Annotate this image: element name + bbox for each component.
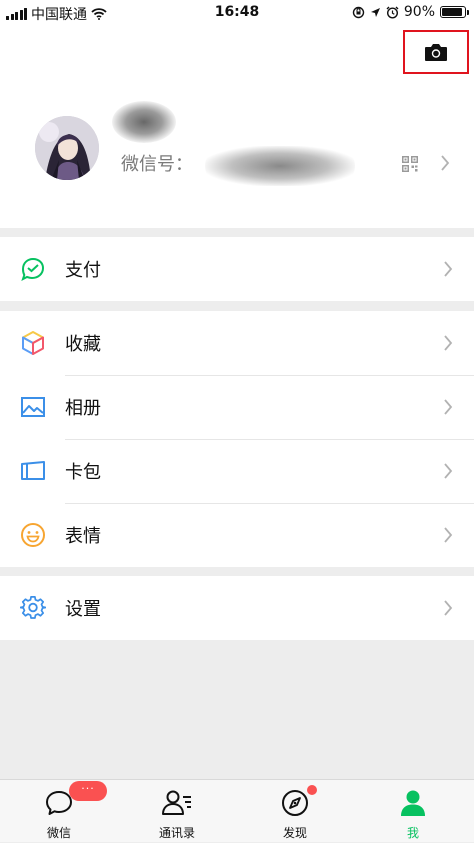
compass-icon bbox=[282, 790, 308, 816]
unread-badge: ··· bbox=[69, 781, 107, 801]
wechat-id-blurred bbox=[205, 146, 355, 186]
qr-code-icon[interactable] bbox=[402, 156, 418, 172]
menu-group-settings: 设置 bbox=[0, 576, 474, 640]
gear-icon bbox=[20, 596, 46, 619]
chevron-right-icon bbox=[444, 527, 453, 543]
nickname-blurred bbox=[112, 101, 176, 143]
alarm-icon bbox=[386, 6, 399, 19]
chevron-right-icon bbox=[441, 155, 450, 171]
battery-fill bbox=[442, 8, 462, 16]
chevron-right-icon bbox=[444, 335, 453, 351]
card-icon bbox=[21, 461, 45, 480]
profile-header[interactable]: 微信号： bbox=[0, 26, 474, 228]
divider bbox=[65, 375, 474, 376]
cube-icon bbox=[22, 331, 44, 355]
tab-label-me: 我 bbox=[406, 826, 419, 840]
tab-label-discover: 发现 bbox=[282, 826, 307, 840]
menu-label-settings: 设置 bbox=[65, 599, 101, 620]
battery-icon bbox=[440, 6, 469, 18]
pay-icon bbox=[21, 257, 45, 281]
menu-label-cards: 卡包 bbox=[65, 462, 101, 483]
chevron-right-icon bbox=[444, 463, 453, 479]
menu-label-stickers: 表情 bbox=[65, 526, 101, 547]
chevron-right-icon bbox=[444, 261, 453, 277]
wechat-id-label: 微信号： bbox=[121, 154, 193, 175]
divider bbox=[65, 503, 474, 504]
tab-label-chats: 微信 bbox=[46, 826, 71, 840]
album-icon bbox=[21, 397, 45, 417]
menu-item-stickers[interactable]: 表情 bbox=[0, 503, 474, 567]
avatar-image bbox=[35, 116, 99, 180]
tab-discover[interactable]: 发现 bbox=[236, 780, 354, 843]
divider bbox=[65, 439, 474, 440]
menu-item-pay[interactable]: 支付 bbox=[0, 237, 474, 301]
status-right: 90% bbox=[352, 4, 469, 20]
avatar[interactable] bbox=[35, 116, 99, 180]
menu-group-main: 收藏 相册 卡包 表情 bbox=[0, 311, 474, 567]
menu-item-favorites[interactable]: 收藏 bbox=[0, 311, 474, 375]
menu-item-cards[interactable]: 卡包 bbox=[0, 439, 474, 503]
camera-button[interactable] bbox=[403, 30, 469, 74]
smile-icon bbox=[21, 523, 45, 547]
battery-percent: 90% bbox=[403, 4, 435, 20]
menu-item-album[interactable]: 相册 bbox=[0, 375, 474, 439]
camera-icon bbox=[425, 44, 447, 61]
contacts-icon bbox=[162, 790, 191, 815]
person-icon bbox=[401, 790, 425, 816]
location-icon bbox=[370, 7, 380, 17]
tab-me[interactable]: 我 bbox=[354, 780, 472, 843]
status-bar: 中国联通 16:48 90% bbox=[0, 0, 474, 26]
chevron-right-icon bbox=[444, 399, 453, 415]
tab-contacts[interactable]: 通讯录 bbox=[118, 780, 236, 843]
menu-group-pay: 支付 bbox=[0, 237, 474, 301]
menu-label-favorites: 收藏 bbox=[65, 334, 101, 355]
new-dot-badge bbox=[307, 785, 317, 795]
chevron-right-icon bbox=[444, 600, 453, 616]
orientation-lock-icon bbox=[352, 6, 365, 18]
menu-item-settings[interactable]: 设置 bbox=[0, 576, 474, 640]
menu-label-album: 相册 bbox=[65, 398, 101, 419]
tab-label-contacts: 通讯录 bbox=[158, 826, 195, 840]
menu-label-pay: 支付 bbox=[65, 260, 101, 281]
